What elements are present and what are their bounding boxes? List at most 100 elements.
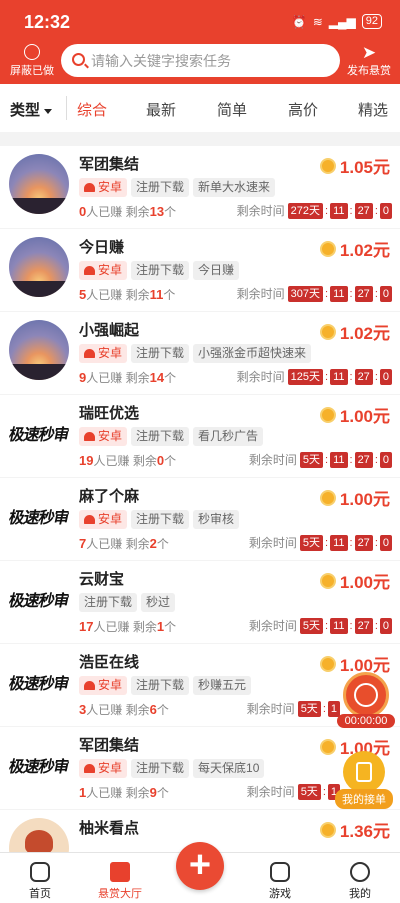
android-tag: 安卓 [79, 261, 128, 280]
countdown-days: 272天 [287, 202, 324, 219]
countdown: 剩余时间 272天:11:27:0 [237, 202, 392, 219]
task-tags: 安卓 注册下载 今日赚 [79, 261, 240, 280]
task-tags: 安卓 注册下载 每天保底10 [79, 759, 265, 778]
android-tag: 安卓 [79, 178, 128, 197]
countdown-minutes: 27 [354, 285, 373, 302]
countdown-seconds: 0 [379, 368, 392, 385]
nav-home[interactable]: 首页 [10, 862, 70, 901]
task-title: 柚米看点 [79, 820, 140, 837]
task-title: 浩臣在线 [79, 654, 140, 671]
tab-featured[interactable]: 精选 [358, 99, 388, 120]
countdown: 剩余时间 5天:11:27:0 [249, 534, 392, 551]
task-list-icon [110, 862, 130, 882]
sep: : [325, 536, 329, 549]
countdown-seconds: 0 [379, 534, 392, 551]
my-orders-button[interactable]: 我的接单 [335, 751, 393, 809]
type-dropdown[interactable]: 类型 [10, 99, 53, 120]
task-title: 瑞旺优选 [79, 405, 140, 422]
android-tag: 安卓 [79, 676, 128, 695]
nav-mine[interactable]: 我的 [330, 862, 390, 901]
android-tag: 安卓 [79, 427, 128, 446]
add-task-button[interactable]: + [176, 842, 224, 890]
battery-icon: 92 [361, 14, 382, 29]
shield-button[interactable]: 屏蔽已做 [8, 44, 56, 78]
avatar-text: 极速秒审 [9, 425, 69, 444]
status-icons: ⏰ ≋ ▂▄▆ 92 [292, 14, 382, 29]
task-price: 1.02元 [319, 236, 390, 261]
left-count: 9 [149, 785, 157, 800]
sep: : [322, 702, 326, 715]
unit-label: 个 [164, 205, 177, 219]
search-box[interactable] [61, 44, 340, 77]
done-label: 人已赚 [86, 537, 123, 551]
tag: 注册下载 [131, 178, 190, 197]
tag: 注册下载 [79, 593, 138, 612]
countdown-days: 5天 [299, 534, 324, 551]
countdown: 剩余时间 307天:11:27:0 [237, 285, 392, 302]
done-label: 人已赚 [93, 454, 130, 468]
task-avatar [9, 154, 69, 214]
coin-icon [319, 406, 336, 423]
document-icon [343, 751, 385, 793]
remain-label: 剩余 [125, 537, 150, 551]
coin-icon [319, 821, 336, 838]
task-price: 1.00元 [319, 568, 390, 593]
tab-simple[interactable]: 简单 [217, 99, 247, 120]
coin-icon [319, 572, 336, 589]
task-card[interactable]: 极速秒审 瑞旺优选 1.00元 安卓 注册下载 看几秒广告 19人已赚 剩余0个… [0, 395, 400, 477]
float-timer-button[interactable]: 00:00:00 [337, 672, 395, 728]
countdown-minutes: 27 [354, 617, 373, 634]
nav-bounty-hall[interactable]: 悬赏大厅 [90, 862, 150, 901]
countdown-label: 剩余时间 [236, 287, 285, 301]
sep: : [374, 619, 378, 632]
countdown-hours: 11 [330, 285, 348, 302]
tag: 看几秒广告 [193, 427, 264, 446]
done-count: 17 [79, 619, 94, 634]
sep: : [325, 619, 329, 632]
countdown-hours: 11 [330, 534, 348, 551]
android-tag: 安卓 [79, 759, 128, 778]
publish-button[interactable]: ➤ 发布悬赏 [344, 44, 394, 78]
countdown-days: 5天 [297, 783, 321, 800]
nav-games[interactable]: 游戏 [250, 862, 310, 901]
tag: 注册下载 [131, 759, 190, 778]
countdown: 剩余时间 5天:11:27:0 [249, 617, 392, 634]
task-price: 1.05元 [319, 153, 390, 178]
type-label: 类型 [10, 102, 41, 119]
remain-label: 剩余 [125, 786, 150, 800]
remain-label: 剩余 [132, 454, 157, 468]
tab-high-price[interactable]: 高价 [288, 99, 318, 120]
task-title: 军团集结 [79, 156, 140, 173]
task-card[interactable]: 小强崛起 1.02元 安卓 注册下载 小强涨金币超快速来 9人已赚 剩余14个 … [0, 312, 400, 394]
countdown-seconds: 0 [379, 202, 392, 219]
task-card[interactable]: 今日赚 1.02元 安卓 注册下载 今日赚 5人已赚 剩余11个 剩余时间 307… [0, 229, 400, 311]
android-tag: 安卓 [79, 344, 128, 363]
tag: 今日赚 [193, 261, 240, 280]
search-icon [72, 53, 85, 66]
countdown: 剩余时间 5天:1 [247, 700, 340, 717]
nav-label: 游戏 [269, 888, 291, 900]
countdown-days: 125天 [287, 368, 324, 385]
signal-icon: ▂▄▆ [328, 14, 356, 29]
task-tags: 安卓 注册下载 看几秒广告 [79, 427, 264, 446]
gamepad-icon [270, 862, 290, 882]
task-card[interactable]: 极速秒审 麻了个麻 1.00元 安卓 注册下载 秒审核 7人已赚 剩余2个 剩余… [0, 478, 400, 560]
task-title: 小强崛起 [79, 322, 140, 339]
tag: 秒过 [141, 593, 176, 612]
coin-icon [319, 323, 336, 340]
task-list: 军团集结 1.05元 安卓 注册下载 新单大水速来 0人已赚 剩余13个 剩余时… [0, 146, 400, 852]
search-input[interactable] [91, 44, 331, 77]
task-tags: 注册下载 秒过 [79, 593, 176, 612]
task-avatar: 极速秒审 [9, 569, 69, 629]
home-icon [30, 862, 50, 882]
tab-latest[interactable]: 最新 [146, 99, 176, 120]
remain-label: 剩余 [125, 371, 150, 385]
done-label: 人已赚 [86, 786, 123, 800]
task-card[interactable]: 极速秒审 云财宝 1.00元 注册下载 秒过 17人已赚 剩余1个 剩余时间 5天… [0, 561, 400, 643]
tag-label: 安卓 [98, 346, 123, 360]
sep: : [325, 287, 329, 300]
divider [66, 96, 67, 120]
task-card[interactable]: 军团集结 1.05元 安卓 注册下载 新单大水速来 0人已赚 剩余13个 剩余时… [0, 146, 400, 228]
publish-label: 发布悬赏 [347, 65, 391, 77]
tab-comprehensive[interactable]: 综合 [77, 99, 107, 120]
